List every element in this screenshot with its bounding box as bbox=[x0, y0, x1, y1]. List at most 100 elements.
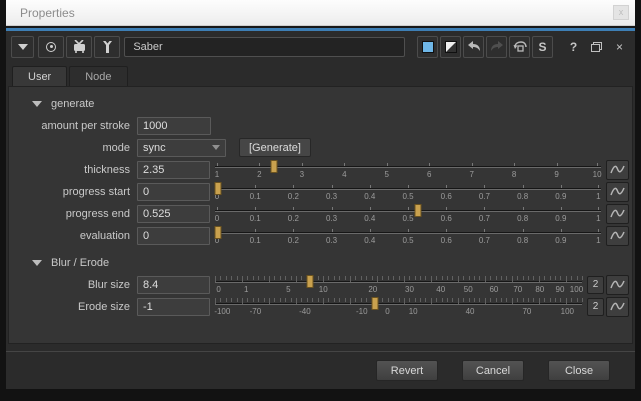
evaluation-slider[interactable]: 0 0.1 0.2 0.3 0.4 0.5 0.6 0.7 0.8 0.9 1 bbox=[214, 225, 601, 246]
progress-end-label: progress end bbox=[65, 207, 130, 220]
progress-end-input[interactable] bbox=[137, 204, 210, 223]
undo-button[interactable] bbox=[463, 35, 484, 58]
store-preset-button[interactable]: S bbox=[532, 35, 553, 58]
ruler-tick bbox=[371, 276, 373, 280]
float-panel-button[interactable] bbox=[586, 36, 607, 58]
ruler-tick bbox=[576, 298, 578, 302]
center-button[interactable] bbox=[38, 35, 65, 58]
ruler-tick bbox=[328, 276, 330, 280]
wrench-button[interactable] bbox=[94, 35, 121, 58]
toolbar-right-icons: S ? × bbox=[417, 35, 630, 58]
ruler-tick bbox=[522, 298, 524, 302]
slider-tick-label: 0.8 bbox=[517, 214, 529, 223]
slider-handle[interactable] bbox=[214, 226, 222, 239]
ruler-tick bbox=[495, 298, 497, 302]
slider-tick bbox=[446, 229, 448, 232]
blur-channels-button[interactable]: 2 bbox=[587, 275, 604, 294]
slider-tick-label: 0.1 bbox=[249, 192, 261, 201]
tab-user[interactable]: User bbox=[12, 66, 68, 86]
slider-tick-label: 0.1 bbox=[249, 236, 261, 245]
slider-tick-label: 9 bbox=[554, 170, 559, 179]
ruler-tick bbox=[225, 298, 227, 302]
gl-color-button[interactable] bbox=[440, 35, 461, 58]
ruler-tick bbox=[479, 298, 481, 302]
panel-menu-button[interactable] bbox=[11, 35, 35, 58]
slider-handle[interactable] bbox=[371, 297, 379, 310]
node-name-input[interactable] bbox=[124, 36, 405, 57]
ruler-tick bbox=[236, 298, 238, 302]
tab-node[interactable]: Node bbox=[69, 66, 128, 86]
mode-value: sync bbox=[143, 141, 166, 154]
ruler-tick bbox=[528, 276, 530, 280]
slider-handle[interactable] bbox=[306, 275, 314, 288]
progress-end-curve-button[interactable] bbox=[606, 203, 629, 224]
slider-tick-label: 0.4 bbox=[364, 214, 376, 223]
ruler-tick bbox=[538, 276, 540, 282]
redo-button[interactable] bbox=[486, 35, 507, 58]
undo-icon bbox=[467, 41, 480, 51]
progress-start-label: progress start bbox=[62, 185, 130, 198]
ruler-tick bbox=[420, 276, 422, 280]
ruler-tick bbox=[420, 298, 422, 302]
slider-tick bbox=[598, 229, 600, 232]
slider-handle[interactable] bbox=[270, 160, 278, 173]
ruler-tick bbox=[215, 298, 216, 304]
progress-start-row: progress start 00.10.20.30.40.50.60.70.8… bbox=[9, 181, 629, 202]
titlebar-close-icon[interactable]: x bbox=[613, 5, 629, 20]
ruler-tick bbox=[468, 276, 470, 280]
evaluation-input[interactable] bbox=[137, 226, 210, 245]
node-color-button[interactable] bbox=[417, 35, 438, 58]
revert-knobs-button[interactable] bbox=[509, 35, 530, 58]
erode-channels-button[interactable]: 2 bbox=[587, 297, 604, 316]
progress-start-curve-button[interactable] bbox=[606, 181, 629, 202]
slider-handle[interactable] bbox=[414, 204, 422, 217]
erode-size-input[interactable] bbox=[137, 297, 210, 316]
slider-tick-label: 0.7 bbox=[478, 214, 490, 223]
erode-curve-button[interactable] bbox=[606, 296, 629, 317]
thickness-curve-button[interactable] bbox=[606, 159, 629, 180]
blur-erode-section-header[interactable]: Blur / Erode bbox=[9, 254, 629, 272]
slider-tick bbox=[369, 229, 371, 232]
slider-tick bbox=[514, 163, 516, 166]
cancel-button[interactable]: Cancel bbox=[462, 360, 524, 381]
ruler-tick bbox=[549, 298, 551, 302]
slider-tick-label: 0.9 bbox=[555, 236, 567, 245]
titlebar[interactable]: Properties x bbox=[6, 0, 635, 26]
progress-start-slider[interactable]: 0 0.1 0.2 0.3 0.4 0.5 0.6 0.7 0.8 0.9 1 bbox=[214, 181, 601, 202]
slider-tick-label: -70 bbox=[249, 307, 262, 316]
thickness-input[interactable] bbox=[137, 160, 210, 179]
generate-button[interactable]: [Generate] bbox=[239, 138, 311, 157]
revert-button[interactable]: Revert bbox=[376, 360, 438, 381]
slider-tick bbox=[259, 163, 261, 166]
ruler-tick bbox=[215, 276, 216, 282]
dropdown-arrow-icon bbox=[212, 145, 220, 150]
slider-tick-label: -10 bbox=[356, 307, 368, 316]
ruler-tick bbox=[414, 298, 416, 302]
evaluation-curve-button[interactable] bbox=[606, 225, 629, 246]
thickness-slider[interactable]: 1 2 3 4 5 6 7 8 9 10 bbox=[215, 159, 602, 180]
erode-size-slider[interactable]: -100 -70 -40 -10 0 10 40 70 100 bbox=[214, 296, 583, 317]
mode-dropdown[interactable]: sync bbox=[137, 138, 226, 157]
ruler-tick bbox=[349, 298, 351, 304]
ruler-tick bbox=[344, 276, 346, 280]
ruler-tick bbox=[317, 276, 319, 280]
progress-start-input[interactable] bbox=[137, 182, 210, 201]
blur-curve-button[interactable] bbox=[606, 274, 629, 295]
blur-size-input[interactable] bbox=[137, 275, 210, 294]
erode-size-label: Erode size bbox=[78, 300, 130, 313]
slider-tick bbox=[560, 185, 562, 188]
slider-handle[interactable] bbox=[214, 182, 222, 195]
ruler-tick bbox=[506, 276, 508, 280]
blur-size-slider[interactable]: 0 1 5 10 20 30 40 50 60 70 80 90 100 bbox=[215, 274, 583, 295]
help-button[interactable]: ? bbox=[563, 36, 584, 58]
slider-tick-label: 0.5 bbox=[402, 192, 414, 201]
ruler-tick bbox=[463, 298, 465, 302]
close-button[interactable]: Close bbox=[548, 360, 610, 381]
amount-per-stroke-input[interactable] bbox=[137, 116, 211, 135]
slider-tick bbox=[293, 229, 295, 232]
progress-end-slider[interactable]: 0 0.1 0.2 0.3 0.4 0.5 0.6 0.7 0.8 0.9 1 bbox=[215, 203, 601, 224]
monitor-button[interactable] bbox=[66, 35, 93, 58]
generate-section-header[interactable]: generate bbox=[9, 95, 629, 113]
close-panel-button[interactable]: × bbox=[609, 36, 630, 58]
blur-size-label: Blur size bbox=[87, 278, 130, 291]
